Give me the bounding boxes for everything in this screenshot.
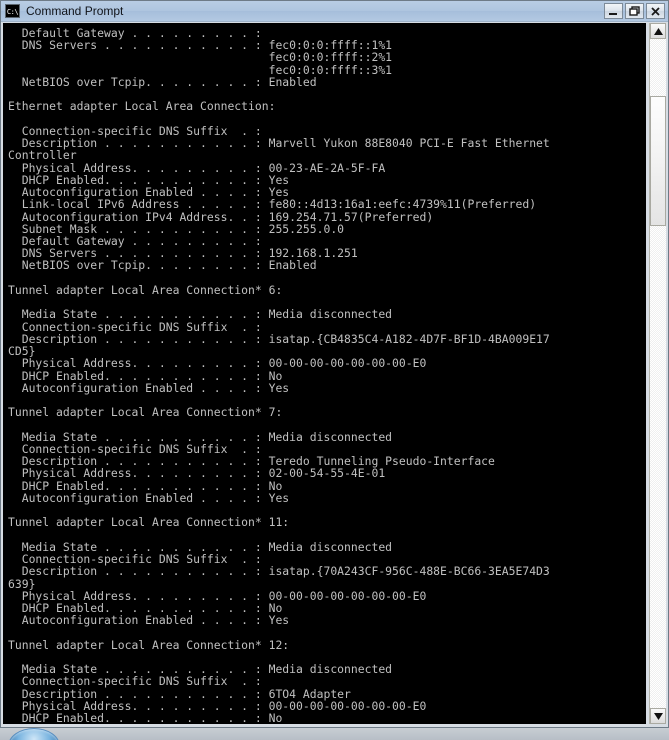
window-titlebar[interactable]: C:\ Command Prompt [1,1,668,22]
window-title: Command Prompt [26,4,124,18]
console-output-text: Default Gateway . . . . . . . . . : DNS … [8,26,550,724]
command-prompt-icon: C:\ [5,4,20,18]
scrollbar-thumb[interactable] [650,96,666,226]
desktop-background: C:\ Command Prompt Default Gateway . . .… [0,0,669,740]
close-button[interactable] [646,3,665,19]
console-vertical-scrollbar[interactable] [649,23,666,724]
window-controls [604,3,665,19]
console-bottom-edge [3,724,666,726]
scroll-down-arrow-icon[interactable] [650,708,666,724]
command-prompt-window: C:\ Command Prompt Default Gateway . . .… [0,0,669,728]
start-button[interactable] [8,728,60,740]
console-area: Default Gateway . . . . . . . . . : DNS … [3,23,666,726]
restore-button[interactable] [625,3,644,19]
scroll-up-arrow-icon[interactable] [650,23,666,39]
console-output-pane[interactable]: Default Gateway . . . . . . . . . : DNS … [3,23,646,724]
minimize-button[interactable] [604,3,623,19]
